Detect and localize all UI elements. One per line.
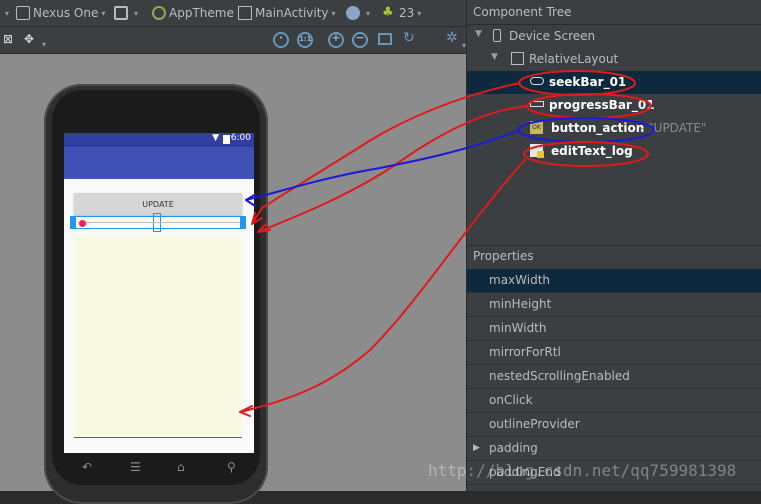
annotation-arrow-seekbar [251, 82, 521, 225]
annotation-circle-button [517, 117, 655, 143]
annotation-circle-seekbar [518, 70, 636, 96]
annotation-circle-edittext [523, 141, 649, 167]
annotation-circle-progressbar [526, 93, 652, 119]
annotation-arrow-progressbar [257, 105, 529, 233]
annotation-arrow-edittext [239, 159, 526, 417]
annotation-arrow-button [245, 129, 521, 207]
annotation-overlay [239, 70, 655, 417]
